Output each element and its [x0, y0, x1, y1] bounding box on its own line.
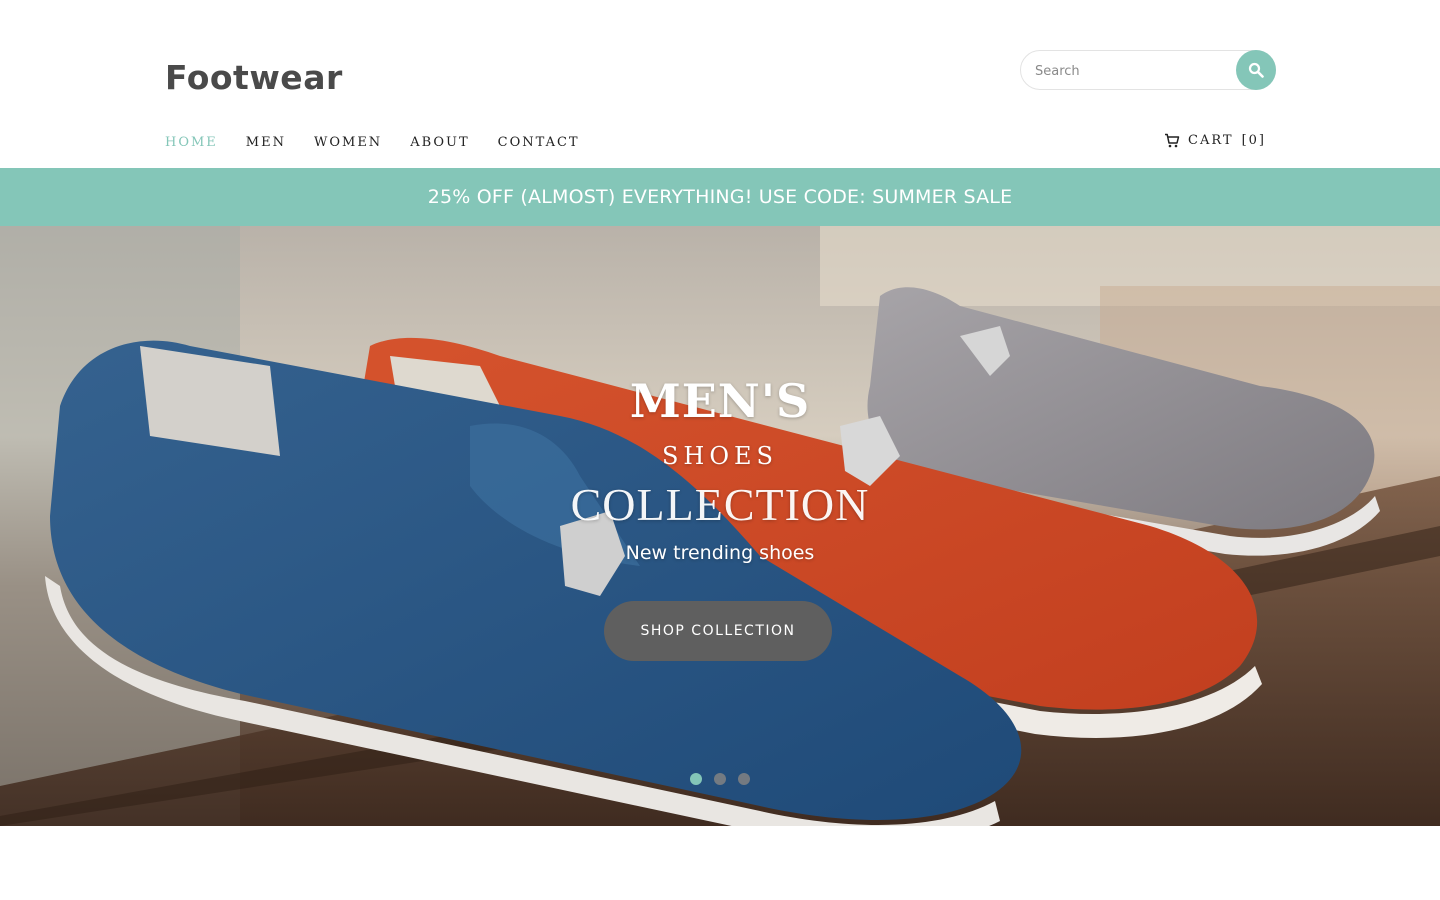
hero-subtitle: SHOES — [661, 442, 778, 470]
cart-icon — [1165, 133, 1180, 148]
promo-text: 25% OFF (ALMOST) EVERYTHING! USE CODE: S… — [427, 186, 1013, 208]
nav-women[interactable]: WOMEN — [314, 135, 382, 150]
slider-dot-2[interactable] — [714, 773, 726, 785]
site-logo[interactable]: Footwear — [165, 58, 343, 97]
search-button[interactable] — [1236, 50, 1276, 90]
nav-contact[interactable]: CONTACT — [498, 135, 580, 150]
slider-dot-3[interactable] — [738, 773, 750, 785]
nav-home[interactable]: HOME — [165, 135, 218, 150]
cart-count: [0] — [1241, 133, 1266, 148]
promo-banner: 25% OFF (ALMOST) EVERYTHING! USE CODE: S… — [0, 168, 1440, 226]
nav-about[interactable]: ABOUT — [410, 135, 469, 150]
hero-title: MEN'S — [629, 374, 811, 428]
nav-men[interactable]: MEN — [246, 135, 286, 150]
search-input[interactable] — [1033, 59, 1233, 83]
hero-collection-heading: COLLECTION — [570, 479, 870, 530]
site-header: Footwear HOME MEN WOMEN ABOUT CONTACT CA… — [0, 0, 1440, 168]
search-icon — [1248, 62, 1264, 78]
slider-dot-1[interactable] — [690, 773, 702, 785]
main-nav: HOME MEN WOMEN ABOUT CONTACT — [165, 135, 608, 150]
search-box — [1020, 50, 1276, 90]
hero-slider: MEN'S SHOES COLLECTION New trending shoe… — [0, 226, 1440, 826]
shop-collection-button[interactable]: SHOP COLLECTION — [604, 601, 832, 661]
cart-link[interactable]: CART [0] — [1164, 133, 1266, 148]
hero-tagline: New trending shoes — [625, 542, 815, 564]
slider-dots — [690, 773, 750, 785]
cart-label: CART — [1188, 133, 1234, 148]
